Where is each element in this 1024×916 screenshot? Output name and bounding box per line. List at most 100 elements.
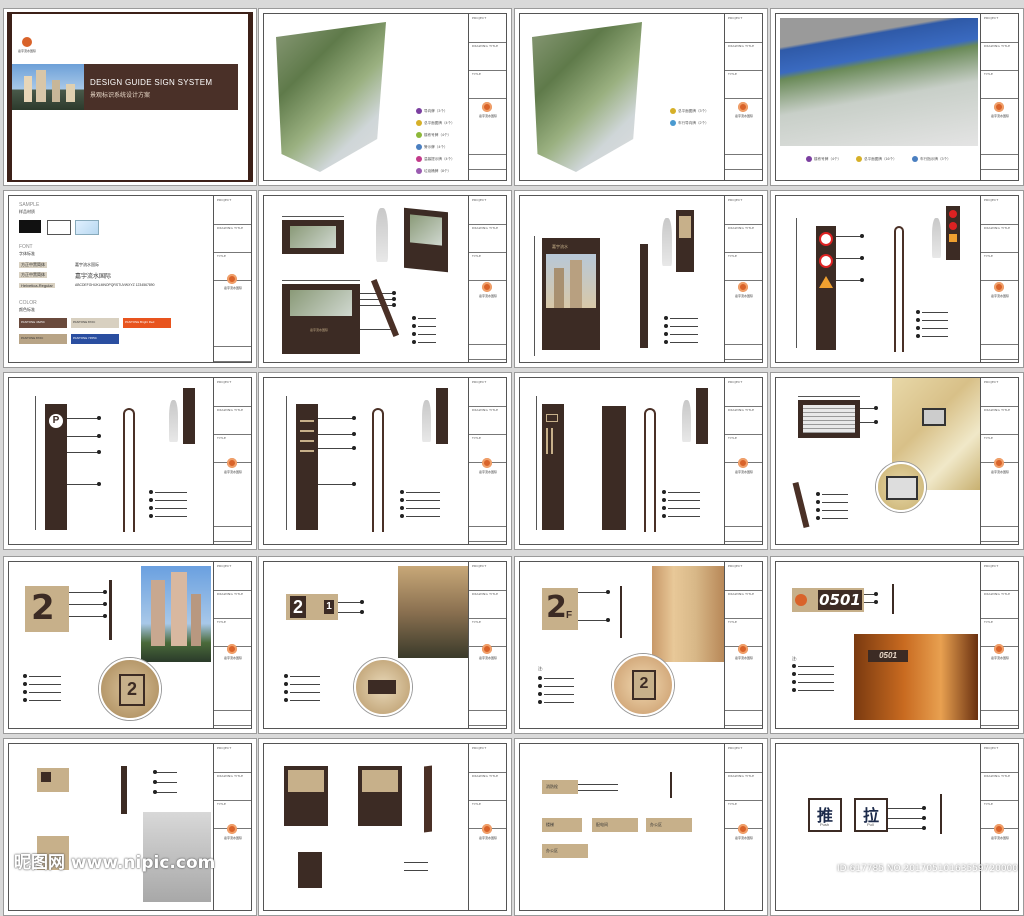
font-value: 嘉宇流水国际 — [75, 262, 99, 267]
legend-item: 楼栋号牌（4个） — [806, 156, 841, 162]
info-board-front — [798, 400, 860, 438]
company-logo-icon — [482, 824, 492, 834]
sample-black — [19, 220, 41, 233]
company-logo-icon — [482, 282, 492, 292]
room-plaque: 配电间 — [592, 818, 638, 832]
cover-title-bar: DESIGN GUIDE SIGN SYSTEM 景观标识系统设计方案 — [84, 64, 238, 110]
cover-title-cn: 景观标识系统设计方案 — [90, 93, 151, 99]
legend-dot-icon — [912, 156, 918, 162]
title-block: PROJECT DRAWING TITLE TITLE 嘉宇流水国际 — [468, 378, 506, 544]
floor-sign-side — [620, 586, 622, 638]
entrance-pylon-back — [602, 406, 626, 530]
tower-photo — [141, 566, 211, 662]
color-swatch: PANTONE 872C — [19, 334, 67, 344]
site-plan-sheet-2: 总平面图牌（3个） 车行导向牌（2个） PROJECT DRAWING TITL… — [514, 8, 768, 186]
color-swatch: PANTONE 872C — [71, 318, 119, 328]
entrance-pylon-sheet: PROJECT DRAWING TITLE TITLE 嘉宇流水国际 — [514, 372, 768, 550]
room-plaque: 楼梯 — [542, 818, 582, 832]
color-cn: 颜色标准 — [19, 307, 35, 312]
company-logo-icon — [482, 102, 492, 112]
building-sign-panel: 嘉宇流水 — [542, 238, 600, 350]
title-block: PROJECT DRAWING TITLE TITLE 嘉宇流水国际 — [724, 196, 762, 362]
title-block: PROJECT DRAWING TITLE TITLE 嘉宇流水国际 — [980, 14, 1018, 180]
entrance-pylon-front — [542, 404, 564, 530]
unit-door-side — [121, 766, 127, 814]
title-block: PROJECT DRAWING TITLE TITLE 嘉宇流水国际 — [213, 378, 251, 544]
room-plaque-sheet: 消防栓 楼梯 配电间 办公区 办公区 PROJECT DRAWING TITLE… — [514, 738, 768, 916]
directory-sign-3d — [436, 388, 448, 444]
company-logo-icon — [738, 644, 748, 654]
notice-board-right — [358, 766, 402, 826]
lobby-photo — [398, 566, 468, 658]
notice-board-left — [284, 766, 328, 826]
building-number-sign: 2 — [25, 586, 69, 632]
image-id-text: ID:617785 NO:20170510163559720000 — [836, 864, 1018, 874]
legend-item: 温馨提示牌（4个） — [416, 156, 455, 162]
title-block: PROJECT DRAWING TITLE TITLE 嘉宇流水国际 — [468, 744, 506, 910]
room-plaque: 办公区 — [542, 844, 588, 858]
company-logo-icon — [994, 102, 1004, 112]
parking-sign-sheet: P PROJECT DRAWING TITLE TITLE 嘉宇流水国际 — [3, 372, 257, 550]
no-smoking-icon — [819, 254, 833, 268]
company-logo-icon — [482, 644, 492, 654]
legend-dot-icon — [856, 156, 862, 162]
color-swatch: PANTONE 7455C — [71, 334, 119, 344]
directory-sign-side — [372, 408, 384, 532]
unit-door-sign-top — [37, 768, 69, 792]
company-logo-icon — [227, 644, 237, 654]
watermark: 昵图网 www.nipic.com — [14, 853, 216, 873]
room-number-sign: 0501 — [792, 588, 864, 612]
title-block: PROJECT DRAWING TITLE TITLE 嘉宇流水国际 — [980, 744, 1018, 910]
room-plaque: 办公区 — [646, 818, 692, 832]
legend-item: 车行导向牌（2个） — [670, 120, 709, 126]
font-cn: 字体标准 — [19, 251, 35, 256]
company-logo-icon — [738, 102, 748, 112]
map-board-elevation: 嘉宇流水国际 — [282, 284, 360, 354]
site-plan-map — [276, 22, 386, 172]
company-logo-icon — [994, 644, 1004, 654]
map-board-front — [282, 220, 344, 254]
warning-sign-panel — [816, 226, 836, 350]
title-block: PROJECT DRAWING TITLE TITLE 嘉宇流水国际 — [980, 562, 1018, 728]
note-label: 注: — [792, 656, 798, 661]
site-plan-sheet-1: 导向牌（3个） 总平面图牌（4个） 楼栋号牌（4个） 警示牌（4个） 温馨提示牌… — [258, 8, 512, 186]
room-plaque-side — [670, 772, 672, 798]
legend-dot-icon — [670, 120, 676, 126]
cover-title-en: DESIGN GUIDE SIGN SYSTEM — [90, 78, 213, 87]
push-pull-sheet: 推 Push 拉 Pull PROJECT DRAWING TITLE TITL… — [770, 738, 1024, 916]
legend-dot-icon — [670, 108, 676, 114]
building-sign-side — [640, 244, 648, 348]
note-label: 注: — [538, 666, 544, 671]
info-board-zoom — [876, 462, 926, 512]
title-block: PROJECT DRAWING TITLE TITLE 嘉宇流水国际 — [724, 562, 762, 728]
entrance-pylon-side — [644, 408, 656, 532]
color-heading: COLOR — [19, 300, 37, 306]
legend-item: 总平面图牌（4个） — [416, 120, 455, 126]
warning-sign-3d — [946, 206, 960, 260]
push-pull-side — [940, 794, 942, 834]
map-board-sheet: 嘉宇流水国际 PROJECT DRAWING TITLE TITLE 嘉宇流水国… — [258, 190, 512, 368]
company-logo-icon — [994, 824, 1004, 834]
company-logo-icon — [738, 282, 748, 292]
legend-item: 总平面图牌（3个） — [670, 108, 709, 114]
company-logo-icon — [738, 458, 748, 468]
directory-sign-sheet: PROJECT DRAWING TITLE TITLE 嘉宇流水国际 — [258, 372, 512, 550]
unit-door-sign-sheet: PROJECT DRAWING TITLE TITLE 嘉宇流水国际 — [3, 738, 257, 916]
title-block: PROJECT DRAWING TITLE TITLE 嘉宇流水国际 — [724, 378, 762, 544]
cover-sheet: 嘉宇流水国际 DESIGN GUIDE SIGN SYSTEM 景观标识系统设计… — [3, 8, 257, 186]
map-board-3d — [404, 207, 448, 273]
title-block: PROJECT DRAWING TITLE TITLE 嘉宇流水国际 — [724, 14, 762, 180]
floor-sign-zoom: 2 — [612, 654, 674, 716]
building-sign-sheet: 嘉宇流水 PROJECT DRAWING TITLE TITLE 嘉宇流水国际 — [514, 190, 768, 368]
parking-sign-panel: P — [45, 404, 67, 530]
cover-logo-text: 嘉宇流水国际 — [18, 49, 37, 53]
legend-item: 车行指示牌（3个） — [912, 156, 951, 162]
font-heading: FONT — [19, 244, 33, 250]
title-block: PROJECT DRAWING TITLE TITLE 嘉宇流水国际 — [980, 196, 1018, 362]
legend-item: 垃圾桶牌（8个） — [416, 168, 451, 174]
info-board-side — [792, 481, 810, 529]
notice-board-side — [424, 765, 432, 833]
building-number-sheet: 2 2 PROJECT DRAWING TITLE TITLE 嘉宇流水国际 — [3, 556, 257, 734]
title-block: PROJECT DRAWING TITLE TITLE 嘉宇流水国际 — [213, 562, 251, 728]
site-plan-map — [532, 22, 642, 172]
